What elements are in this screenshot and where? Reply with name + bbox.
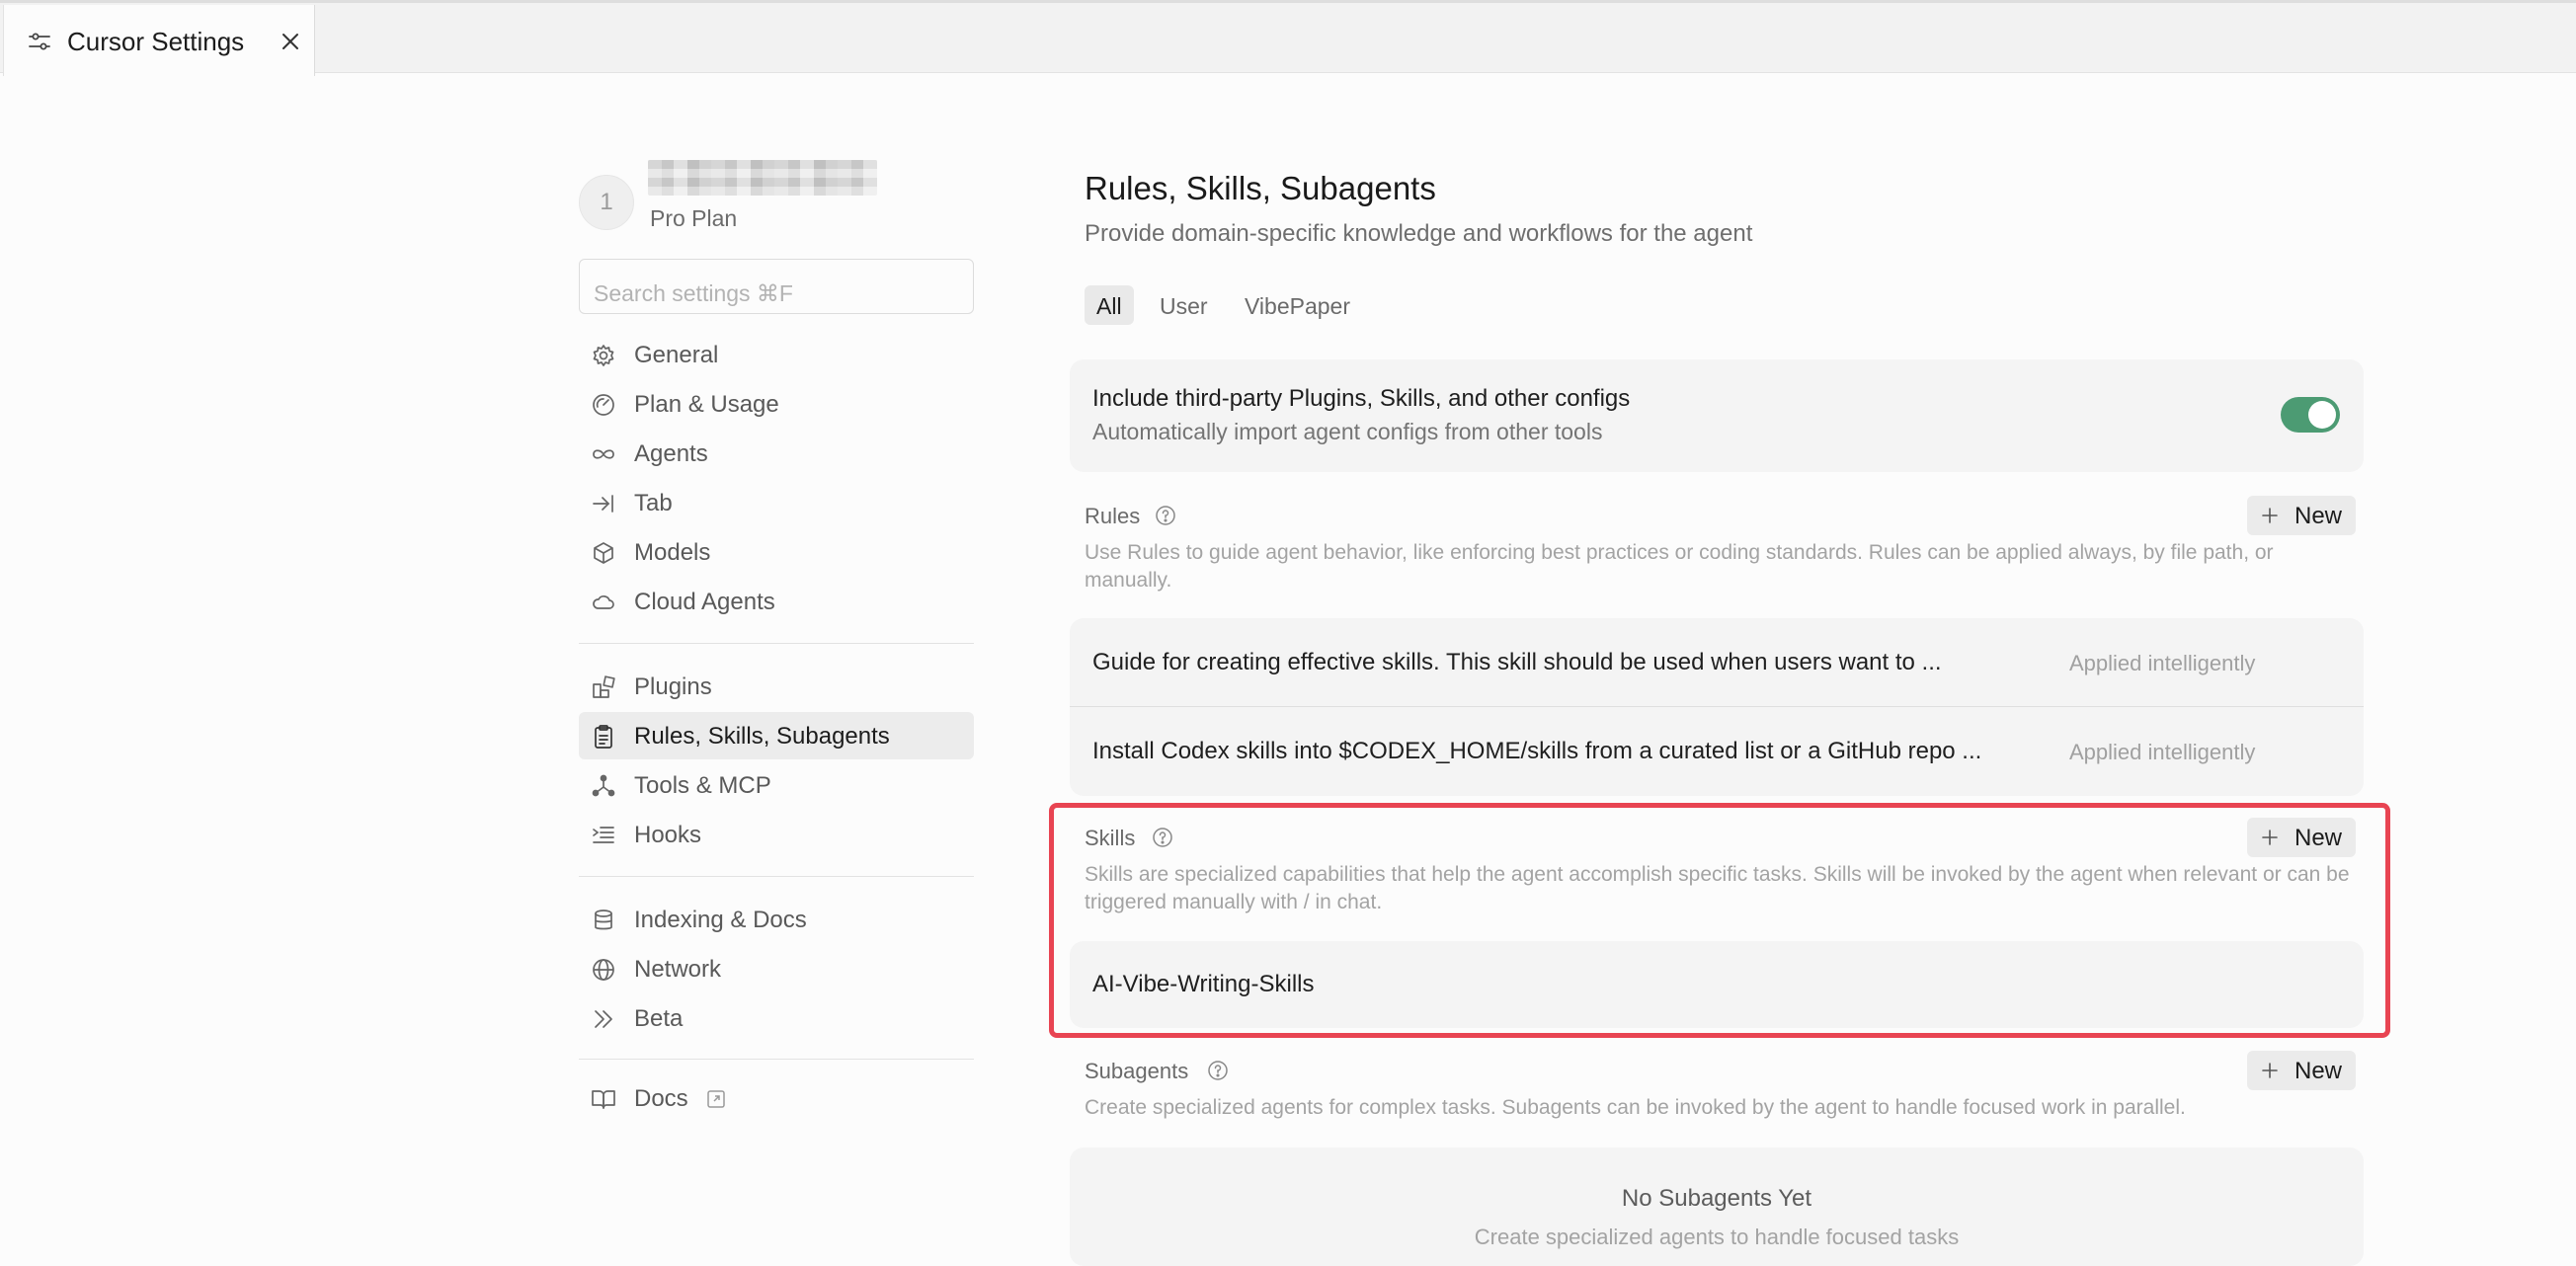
subagents-heading: Subagents [1085,1059,1189,1083]
gear-icon [593,345,614,366]
globe-icon [593,959,614,981]
infinity-icon [593,449,614,459]
double-chevron-icon [595,1010,612,1028]
new-button-label: New [2294,503,2343,529]
sidebar-item-indexing-docs[interactable]: Indexing & Docs [579,896,974,943]
sidebar-item-label: Indexing & Docs [634,907,807,933]
sidebar-item-label: Tools & MCP [634,772,771,799]
editor-tab-bar: Cursor Settings [0,0,2576,76]
third-party-toggle[interactable] [2281,397,2340,433]
rule-row[interactable]: Install Codex skills into $CODEX_HOME/sk… [1070,707,2364,796]
tab-cursor-settings[interactable]: Cursor Settings [3,5,315,76]
cloud-icon [593,595,614,609]
gauge-icon [593,394,614,416]
page-title: Rules, Skills, Subagents [1085,170,1436,206]
new-rule-button[interactable]: New [2247,496,2356,535]
plus-icon [2262,830,2278,845]
list-indent-icon [593,827,614,843]
skills-list: AI-Vibe-Writing-Skills [1070,941,2364,1028]
sidebar-item-general[interactable]: General [579,331,974,378]
sidebar-item-models[interactable]: Models [579,528,974,576]
sidebar-item-label: Docs [634,1085,688,1112]
filter-vibepaper[interactable]: VibePaper [1233,285,1362,325]
help-icon[interactable] [1207,1060,1229,1081]
sidebar-divider [579,643,974,644]
skills-heading: Skills [1085,826,1136,850]
skill-row[interactable]: AI-Vibe-Writing-Skills [1070,941,2364,1028]
empty-state-title: No Subagents Yet [1621,1185,1812,1212]
close-icon[interactable] [279,30,302,53]
rules-description: Use Rules to guide agent behavior, like … [1085,541,2274,592]
filter-user[interactable]: User [1148,285,1220,325]
sidebar-item-docs[interactable]: Docs [579,1074,974,1122]
sidebar-item-tools-mcp[interactable]: Tools & MCP [579,761,974,809]
toggle-knob [2308,401,2336,429]
database-icon [595,910,612,930]
plus-icon [2262,1063,2278,1078]
subagents-empty-state: No Subagents Yet Create specialized agen… [1070,1147,2364,1266]
new-subagent-button[interactable]: New [2247,1051,2356,1090]
sidebar-item-beta[interactable]: Beta [579,994,974,1042]
rules-list: Guide for creating effective skills. Thi… [1070,618,2364,796]
plan-label: Pro Plan [650,205,738,231]
cube-icon [594,542,613,564]
new-button-label: New [2294,1058,2343,1084]
sidebar-item-plugins[interactable]: Plugins [579,663,974,710]
sidebar-item-label: Network [634,956,722,983]
sidebar-item-network[interactable]: Network [579,945,974,992]
blocks-icon [593,675,615,698]
rule-text: Install Codex skills into $CODEX_HOME/sk… [1092,738,1982,764]
rule-text: Guide for creating effective skills. Thi… [1092,649,1942,675]
sidebar-item-label: Tab [634,490,673,516]
empty-state-subtitle: Create specialized agents to handle focu… [1474,1225,1960,1249]
sidebar-item-tab[interactable]: Tab [579,479,974,526]
rule-status: Applied intelligently [2069,740,2256,764]
rule-row[interactable]: Guide for creating effective skills. Thi… [1070,618,2364,707]
rule-status: Applied intelligently [2069,651,2256,675]
sidebar-item-label: Hooks [634,822,702,848]
sidebar-item-cloud-agents[interactable]: Cloud Agents [579,578,974,625]
sidebar-item-label: Models [634,539,711,566]
arrow-to-line-icon [593,495,613,513]
third-party-description: Automatically import agent configs from … [1092,419,1603,444]
sidebar-divider [579,1059,974,1060]
help-icon[interactable] [1152,827,1173,848]
clipboard-icon [595,725,612,749]
book-icon [592,1090,615,1109]
sidebar-item-label: Beta [634,1005,684,1032]
rules-heading: Rules [1085,504,1141,528]
sidebar-item-plan-usage[interactable]: Plan & Usage [579,380,974,428]
filter-all[interactable]: All [1085,285,1134,325]
network-nodes-icon [592,774,615,797]
sidebar-divider [579,876,974,877]
sidebar-item-label: Rules, Skills, Subagents [634,723,890,750]
new-button-label: New [2294,825,2343,851]
sidebar-item-label: Agents [634,440,708,467]
sidebar-item-label: Cloud Agents [634,589,775,615]
new-skill-button[interactable]: New [2247,818,2356,857]
sidebar-item-label: General [634,342,719,368]
third-party-configs-card: Include third-party Plugins, Skills, and… [1070,359,2364,472]
search-input[interactable] [579,259,974,314]
sidebar-item-label: Plan & Usage [634,391,779,418]
sidebar-item-label: Plugins [634,673,712,700]
subagents-description: Create specialized agents for complex ta… [1085,1096,2186,1119]
plus-icon [2262,508,2278,523]
tab-title: Cursor Settings [67,27,245,56]
redacted-account-name [648,160,877,196]
skill-name: AI-Vibe-Writing-Skills [1092,971,1315,997]
sidebar-item-hooks[interactable]: Hooks [579,811,974,858]
skills-description: Skills are specialized capabilities that… [1085,863,2350,913]
help-icon[interactable] [1155,505,1176,526]
sidebar-item-rules-skills-subagents[interactable]: Rules, Skills, Subagents [579,712,974,759]
avatar[interactable]: 1 [579,175,634,230]
external-link-icon [707,1090,725,1108]
sidebar-item-agents[interactable]: Agents [579,430,974,477]
sliders-icon [29,33,50,50]
third-party-title: Include third-party Plugins, Skills, and… [1092,385,1631,412]
page-subtitle: Provide domain-specific knowledge and wo… [1085,220,1753,247]
